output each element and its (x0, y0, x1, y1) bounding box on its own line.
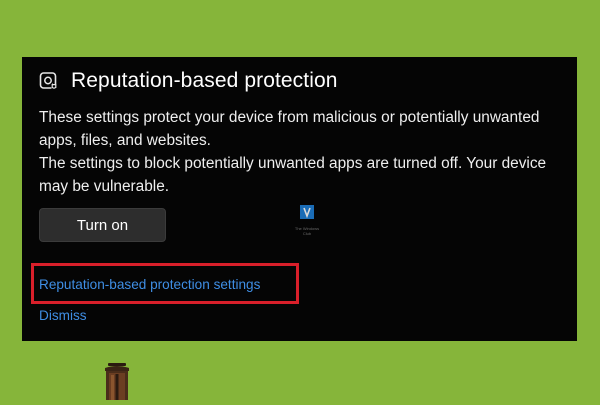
reputation-protection-panel: Reputation-based protection These settin… (22, 57, 577, 341)
thewindowsclub-logo-icon (300, 205, 314, 226)
reputation-settings-link[interactable]: Reputation-based protection settings (39, 277, 260, 292)
watermark: The Windows Club (295, 205, 319, 236)
description: These settings protect your device from … (39, 106, 574, 198)
turn-on-button[interactable]: Turn on (39, 208, 166, 242)
page-title: Reputation-based protection (71, 69, 338, 92)
panel-header: Reputation-based protection (39, 69, 338, 93)
watermark-text-line-2: Club (302, 231, 312, 236)
description-line-1: These settings protect your device from … (39, 109, 540, 149)
reputation-shield-icon (39, 71, 59, 91)
description-line-2: The settings to block potentially unwant… (39, 155, 547, 195)
dismiss-link[interactable]: Dismiss (39, 308, 87, 323)
lantern-image (98, 362, 136, 400)
